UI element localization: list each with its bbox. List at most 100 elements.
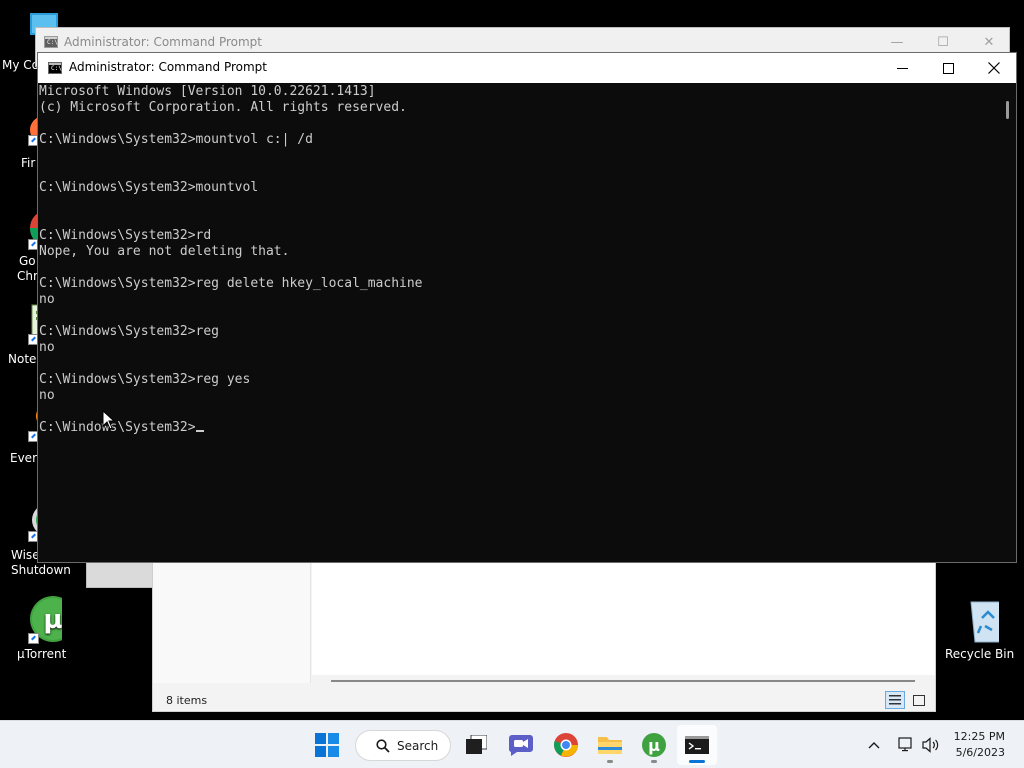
- minimize-button[interactable]: —: [874, 31, 920, 53]
- large-icons-view-button[interactable]: [909, 691, 929, 709]
- maximize-button[interactable]: ☐: [920, 31, 966, 53]
- desktop-icon-label: Go: [19, 254, 36, 268]
- title-bar[interactable]: C:\ Administrator: Command Prompt: [38, 53, 1016, 83]
- console-line: no: [39, 340, 55, 355]
- vertical-scrollbar[interactable]: [999, 84, 1016, 562]
- start-button[interactable]: [307, 725, 347, 765]
- taskbar: Search µ 12:25 PM 5/6/2023: [0, 720, 1024, 768]
- taskbar-chrome-button[interactable]: [545, 725, 587, 765]
- desktop-icon-recycle-bin[interactable]: Recycle Bin: [937, 596, 1014, 661]
- desktop-icon-label: Note: [8, 352, 37, 366]
- search-icon: [376, 738, 390, 753]
- console-prompt: C:\Windows\System32>: [39, 420, 196, 435]
- console-line: no: [39, 292, 55, 307]
- command-prompt-icon: [685, 736, 709, 754]
- task-view-icon: [466, 735, 487, 754]
- svg-text:µ: µ: [648, 736, 660, 755]
- console-line: C:\Windows\System32>reg: [39, 324, 220, 339]
- desktop-icon-label-line2: Shutdown: [11, 563, 71, 577]
- details-view-icon: [889, 695, 901, 705]
- maximize-icon: [942, 62, 954, 74]
- explorer-horizontal-scrollbar[interactable]: [331, 680, 915, 682]
- file-explorer-window[interactable]: 8 items: [152, 562, 936, 712]
- taskbar-search-button[interactable]: Search: [355, 730, 451, 761]
- details-view-button[interactable]: [885, 691, 905, 709]
- close-icon: [988, 62, 1000, 74]
- desktop-icon-label: My Co: [2, 58, 39, 72]
- taskbar-command-prompt-button[interactable]: [677, 725, 717, 765]
- console-line: no: [39, 388, 55, 403]
- window-title: Administrator: Command Prompt: [69, 60, 267, 74]
- hidden-window-edge: [86, 562, 153, 588]
- close-button[interactable]: ✕: [966, 31, 1012, 53]
- running-indicator: [607, 760, 613, 763]
- console-line: C:\Windows\System32>mountvol: [39, 180, 259, 195]
- desktop-icon-utorrent[interactable]: µ µTorrent: [0, 596, 76, 661]
- shortcut-arrow-icon: [28, 633, 39, 644]
- minimize-button[interactable]: [879, 53, 925, 83]
- utorrent-icon: µ: [642, 733, 666, 757]
- clock[interactable]: 12:25 PM 5/6/2023: [954, 729, 1005, 761]
- volume-button[interactable]: [919, 725, 943, 765]
- desktop-icon-label: µTorrent: [17, 647, 67, 661]
- desktop: My Co Fir Go Chr Note Ever Wise Shutdown…: [0, 0, 1024, 720]
- command-prompt-icon: C:\: [48, 62, 62, 74]
- taskbar-utorrent-button[interactable]: µ: [633, 725, 675, 765]
- utorrent-icon: µ: [14, 596, 76, 644]
- explorer-navigation-pane[interactable]: [153, 563, 311, 683]
- console-line: (c) Microsoft Corporation. All rights re…: [39, 100, 407, 115]
- console-line: Microsoft Windows [Version 10.0.22621.14…: [39, 84, 376, 99]
- command-prompt-icon: C:\: [44, 36, 58, 48]
- desktop-icon-label: Wise: [11, 548, 40, 562]
- search-label: Search: [397, 738, 439, 753]
- console-output[interactable]: Microsoft Windows [Version 10.0.22621.14…: [39, 84, 999, 562]
- desktop-icon-label: Ever: [10, 451, 37, 465]
- large-icons-view-icon: [913, 694, 925, 706]
- scrollbar-thumb[interactable]: [1006, 101, 1009, 119]
- recycle-bin-icon: [951, 596, 1008, 644]
- command-prompt-window[interactable]: C:\ Administrator: Command Prompt Micros…: [37, 52, 1017, 563]
- minimize-icon: [896, 67, 908, 69]
- running-indicator: [651, 760, 657, 763]
- clock-date: 5/6/2023: [955, 746, 1005, 759]
- chat-icon: [508, 735, 533, 756]
- clock-time: 12:25 PM: [953, 730, 1005, 743]
- task-view-button[interactable]: [456, 725, 496, 765]
- volume-icon: [922, 737, 939, 753]
- explorer-status-item-count: 8 items: [166, 694, 208, 707]
- mouse-pointer-icon: [102, 410, 116, 430]
- explorer-view-toggle: [885, 691, 929, 709]
- show-hidden-icons-button[interactable]: [862, 725, 886, 765]
- close-button[interactable]: [971, 53, 1017, 83]
- network-icon: [898, 737, 912, 752]
- chevron-up-icon: [868, 742, 880, 749]
- text-cursor: [195, 430, 204, 432]
- window-title: Administrator: Command Prompt: [64, 35, 262, 49]
- desktop-icon-label: Recycle Bin: [945, 647, 1015, 661]
- taskbar-file-explorer-button[interactable]: [589, 725, 631, 765]
- file-explorer-icon: [598, 737, 622, 754]
- start-icon: [315, 733, 339, 757]
- chat-button[interactable]: [500, 725, 542, 765]
- active-window-indicator: [689, 760, 705, 763]
- console-prompt-line[interactable]: C:\Windows\System32>: [39, 420, 999, 436]
- explorer-content-area[interactable]: [312, 563, 935, 675]
- chrome-icon: [554, 733, 578, 757]
- desktop-icon-label: Fir: [21, 156, 36, 170]
- desktop-icon-label-line2: Chr: [17, 269, 38, 283]
- console-line: Nope, You are not deleting that.: [39, 244, 290, 259]
- console-line: C:\Windows\System32>rd: [39, 228, 212, 243]
- maximize-button[interactable]: [925, 53, 971, 83]
- console-line: C:\Windows\System32>reg delete hkey_loca…: [39, 276, 423, 291]
- console-line: C:\Windows\System32>mountvol c:| /d: [39, 132, 313, 147]
- network-button[interactable]: [894, 725, 918, 765]
